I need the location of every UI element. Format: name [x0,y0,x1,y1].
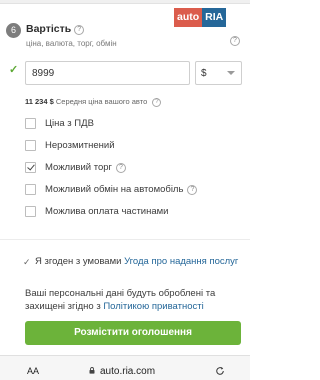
logo-help: ? [230,30,240,48]
option-vat[interactable]: Ціна з ПДВ [25,117,94,130]
privacy-policy-link[interactable]: Політикою приватності [103,301,203,312]
option-label: Можлива оплата частинами [45,206,169,217]
help-icon[interactable]: ? [187,184,198,195]
text-size-button[interactable]: AA [27,366,39,376]
logo-auto-part: auto [174,8,203,27]
help-icon[interactable]: ? [152,98,162,107]
terms-link[interactable]: Угода про надання послуг [124,256,238,267]
chevron-down-icon [227,71,235,75]
vat-checkbox[interactable] [25,118,36,129]
option-label: Ціна з ПДВ [45,118,94,129]
privacy-notice: Ваші персональні дані будуть оброблені т… [25,287,245,313]
average-price-row: 11 234 $ Середня ціна вашого авто ? [25,97,162,107]
option-not-cleared[interactable]: Нерозмитнений [25,139,115,152]
url-text[interactable]: auto.ria.com [100,366,155,377]
terms-consent[interactable]: ✓ Я згоден з умовами Угода про надання п… [23,255,243,269]
check-icon: ✓ [9,64,19,76]
help-icon[interactable]: ? [115,162,126,173]
price-input[interactable] [25,61,190,85]
not-cleared-checkbox[interactable] [25,140,36,151]
consent-prefix: Я згоден з умовами [35,256,125,267]
option-exchange[interactable]: Можливий обмін на автомобіль ? [25,183,198,196]
consent-check-icon[interactable]: ✓ [23,256,31,269]
help-icon[interactable]: ? [230,36,240,46]
currency-select[interactable]: $ [195,61,242,85]
exchange-checkbox[interactable] [25,184,36,195]
top-strip [0,0,250,4]
help-icon[interactable]: ? [74,25,85,35]
section-title: Вартість? [26,23,85,35]
browser-address-bar: AA auto.ria.com [0,355,250,380]
option-label: Нерозмитнений [45,140,115,151]
average-price-amount: 11 234 $ [25,97,54,106]
option-bargain[interactable]: Можливий торг ? [25,161,126,174]
option-label: Можливий торг [45,162,112,173]
section-subtitle: ціна, валюта, торг, обмін [26,39,117,48]
section-title-text: Вартість [26,23,72,35]
publish-button[interactable]: Розмістити оголошення [25,321,241,345]
lock-icon [89,367,95,374]
aa-label: AA [27,366,40,376]
option-label: Можливий обмін на автомобіль [45,184,184,195]
logo-ria-part: RIA [202,8,227,27]
step-number-badge: 6 [6,23,21,38]
average-price-label: Середня ціна вашого авто [55,97,148,106]
currency-value: $ [201,68,207,79]
consent-text: Я згоден з умовами Угода про надання пос… [25,255,243,268]
installments-checkbox[interactable] [25,206,36,217]
auto-ria-logo[interactable]: auto RIA [174,8,227,27]
reload-icon[interactable] [215,366,225,376]
option-installments[interactable]: Можлива оплата частинами [25,205,169,218]
bargain-checkbox[interactable] [25,162,36,173]
divider [0,239,250,240]
